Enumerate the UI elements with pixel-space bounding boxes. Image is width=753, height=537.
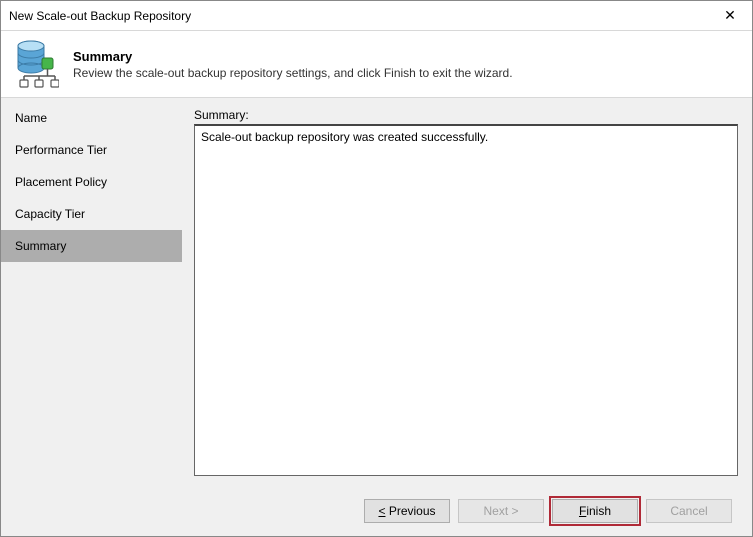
wizard-window: New Scale-out Backup Repository ✕ [0,0,753,537]
titlebar: New Scale-out Backup Repository ✕ [1,1,752,31]
window-title: New Scale-out Backup Repository [9,9,191,23]
finish-button-label: Finish [579,504,611,518]
finish-button[interactable]: Finish [552,499,638,523]
banner-description: Review the scale-out backup repository s… [73,66,513,80]
banner-text: Summary Review the scale-out backup repo… [73,49,513,80]
sidebar-item-capacity-tier[interactable]: Capacity Tier [1,198,182,230]
close-icon: ✕ [724,7,736,24]
sidebar-item-performance-tier[interactable]: Performance Tier [1,134,182,166]
wizard-body: Name Performance Tier Placement Policy C… [1,97,752,486]
next-button-label: Next > [483,504,518,518]
summary-label: Summary: [194,108,738,122]
summary-textbox[interactable]: Scale-out backup repository was created … [194,124,738,476]
footer: < Previous Next > Finish Cancel [1,486,752,536]
content-panel: Summary: Scale-out backup repository was… [182,98,752,486]
previous-button[interactable]: < Previous [364,499,450,523]
previous-button-label: < Previous [378,504,435,518]
summary-text: Scale-out backup repository was created … [201,130,488,144]
sidebar-item-summary[interactable]: Summary [1,230,182,262]
cancel-button-label: Cancel [670,504,707,518]
next-button: Next > [458,499,544,523]
sidebar-item-placement-policy[interactable]: Placement Policy [1,166,182,198]
banner: Summary Review the scale-out backup repo… [1,31,752,97]
cancel-button: Cancel [646,499,732,523]
sidebar: Name Performance Tier Placement Policy C… [1,98,182,486]
close-button[interactable]: ✕ [708,1,752,31]
sidebar-item-name[interactable]: Name [1,102,182,134]
banner-title: Summary [73,49,513,64]
repository-icon [15,40,59,88]
